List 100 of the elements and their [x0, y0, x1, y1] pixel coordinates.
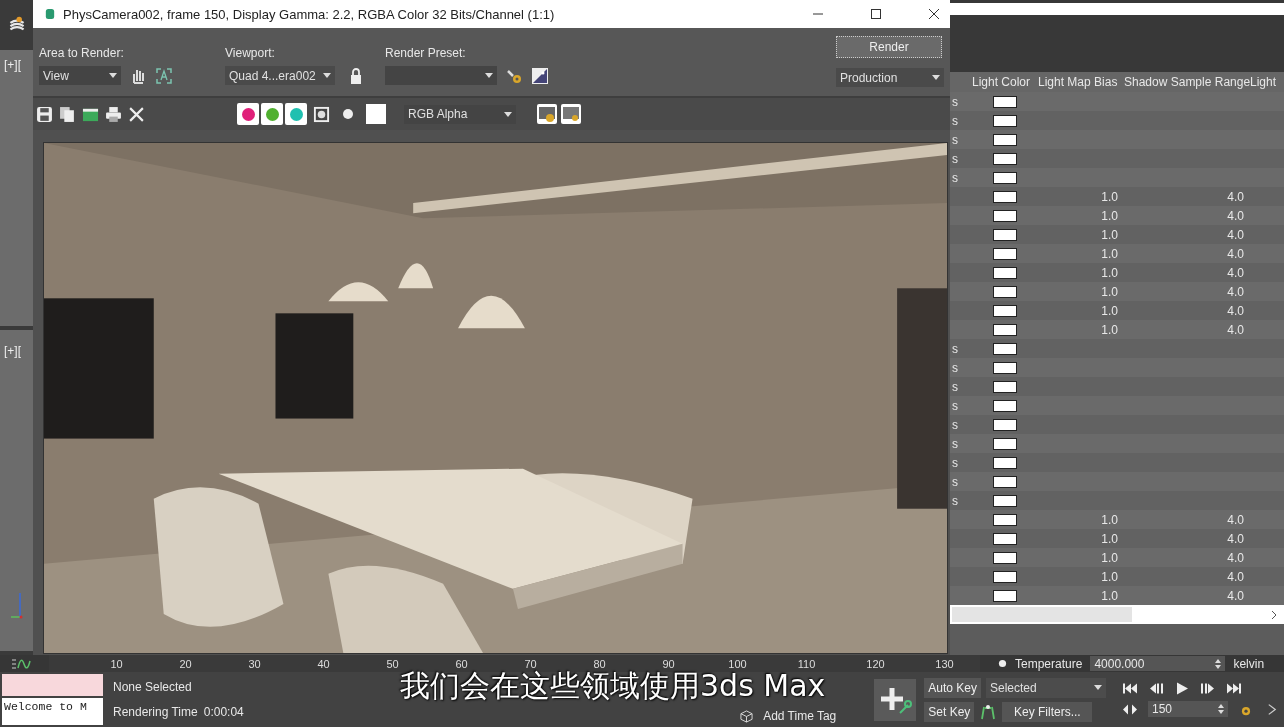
color-swatch[interactable] [993, 513, 1017, 526]
horizontal-scrollbar[interactable] [950, 605, 1284, 624]
column-header[interactable]: Light [1250, 75, 1284, 89]
color-swatch[interactable] [993, 570, 1017, 583]
spinner-icon[interactable] [1218, 704, 1224, 714]
table-cell: 4.0 [1227, 284, 1244, 299]
temperature-field[interactable]: 4000.000 [1090, 656, 1226, 671]
print-icon[interactable] [105, 105, 122, 123]
table-cell: 4.0 [1227, 512, 1244, 527]
spinner-icon[interactable] [1215, 658, 1222, 669]
color-swatch[interactable] [993, 532, 1017, 545]
image-icon[interactable] [560, 103, 582, 125]
color-swatch[interactable] [993, 190, 1017, 203]
key-set-dropdown[interactable]: Selected [986, 677, 1106, 698]
channel-toggle[interactable] [237, 103, 259, 125]
color-swatch[interactable] [993, 361, 1017, 374]
table-cell: s [952, 341, 958, 356]
color-swatch[interactable] [993, 437, 1017, 450]
save-icon[interactable] [36, 105, 53, 123]
table-cell: 1.0 [1101, 265, 1118, 280]
table-cell: 4.0 [1227, 246, 1244, 261]
channel-dropdown[interactable]: RGB Alpha [404, 104, 516, 124]
maximize-icon[interactable] [870, 8, 882, 20]
render-button[interactable]: Render [836, 36, 942, 58]
set-key-button[interactable] [874, 678, 917, 721]
table-cell: 4.0 [1227, 189, 1244, 204]
table-cell: 1.0 [1101, 550, 1118, 565]
color-swatch[interactable] [366, 104, 386, 124]
area-dropdown[interactable]: View [39, 66, 121, 85]
add-time-tag-button[interactable]: Add Time Tag [763, 709, 837, 723]
region-icon[interactable] [155, 66, 173, 85]
caret-icon [1094, 685, 1102, 690]
table-cell: s [952, 379, 958, 394]
color-swatch[interactable] [993, 114, 1017, 127]
color-swatch[interactable] [993, 418, 1017, 431]
color-swatch[interactable] [993, 380, 1017, 393]
color-swatch[interactable] [993, 342, 1017, 355]
render-mode-dropdown[interactable]: Production [836, 68, 944, 87]
color-swatch[interactable] [993, 456, 1017, 469]
key-mode-icon[interactable] [979, 702, 998, 721]
color-swatch[interactable] [993, 228, 1017, 241]
color-swatch[interactable] [993, 589, 1017, 602]
color-swatch[interactable] [993, 209, 1017, 222]
chevron-right-icon[interactable] [1270, 609, 1278, 620]
color-swatch[interactable] [993, 95, 1017, 108]
lock-icon[interactable] [349, 66, 363, 85]
radio-dot-icon[interactable] [998, 659, 1007, 668]
image-icon[interactable] [536, 103, 558, 125]
viewport-label[interactable]: [+][ [4, 58, 21, 72]
caret-icon [504, 111, 512, 117]
color-swatch[interactable] [993, 551, 1017, 564]
table-cell: 1.0 [1101, 512, 1118, 527]
color-swatch[interactable] [993, 323, 1017, 336]
color-swatch[interactable] [993, 304, 1017, 317]
color-swatch[interactable] [993, 152, 1017, 165]
channel-toggle[interactable] [285, 103, 307, 125]
color-swatch[interactable] [993, 494, 1017, 507]
clear-icon[interactable] [128, 105, 145, 123]
color-swatch[interactable] [993, 285, 1017, 298]
caret-icon [323, 73, 331, 78]
environment-icon[interactable] [531, 66, 549, 85]
clear-color-icon[interactable] [342, 108, 354, 120]
color-swatch[interactable] [993, 399, 1017, 412]
time-ruler[interactable]: 10 20 30 40 50 60 70 80 90 100 110 120 130 [49, 655, 980, 672]
channel-toggle[interactable] [261, 103, 283, 125]
table-cell: 1.0 [1101, 322, 1118, 337]
play-icon[interactable] [1174, 682, 1190, 695]
go-to-end-icon[interactable] [1226, 682, 1242, 695]
listener-output[interactable]: Welcome to M [2, 698, 103, 725]
unit-label: kelvin [1233, 656, 1265, 671]
key-filters-button[interactable]: Key Filters... [1002, 701, 1093, 722]
field-label: Temperature [1015, 656, 1083, 671]
curve-editor-icon[interactable] [10, 656, 32, 671]
go-to-start-icon[interactable] [1122, 682, 1138, 695]
next-frame-icon[interactable] [1200, 682, 1216, 695]
listener-input[interactable] [2, 674, 103, 696]
frame-field[interactable]: 150 [1148, 701, 1228, 717]
color-swatch[interactable] [993, 247, 1017, 260]
table-cell: s [952, 170, 958, 185]
table-cell: s [952, 360, 958, 375]
key-mode-toggle-icon[interactable] [1122, 702, 1138, 716]
copy-icon[interactable] [59, 105, 76, 123]
set-key-button[interactable]: Set Key [924, 701, 975, 722]
color-swatch[interactable] [993, 133, 1017, 146]
monochrome-icon[interactable] [313, 105, 330, 123]
viewport-label[interactable]: [+][ [4, 344, 21, 358]
viewport-dropdown[interactable]: Quad 4...era002 [225, 66, 335, 85]
color-swatch[interactable] [993, 475, 1017, 488]
table-cell: 1.0 [1101, 189, 1118, 204]
close-icon[interactable] [928, 8, 940, 20]
table-cell: 4.0 [1227, 208, 1244, 223]
table-cell: 1.0 [1101, 588, 1118, 603]
column-header[interactable]: Shadow Sample Range [1124, 75, 1250, 89]
auto-key-button[interactable]: Auto Key [924, 677, 981, 698]
color-swatch[interactable] [993, 266, 1017, 279]
column-header[interactable]: Light Map Bias [1038, 75, 1124, 89]
column-header[interactable]: Light Color [972, 75, 1038, 89]
table-cell: 1.0 [1101, 569, 1118, 584]
previous-frame-icon[interactable] [1148, 682, 1164, 695]
color-swatch[interactable] [993, 171, 1017, 184]
